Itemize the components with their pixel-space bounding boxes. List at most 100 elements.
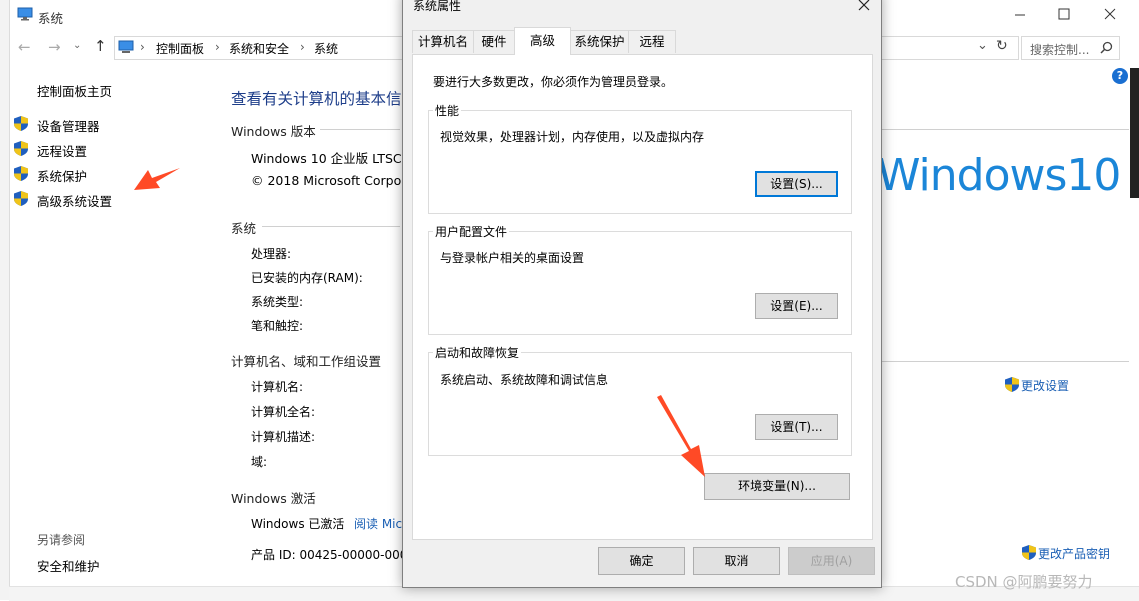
system-type-label: 系统类型: <box>251 295 304 309</box>
user-profiles-settings-button[interactable]: 设置(E)... <box>755 293 838 319</box>
breadcrumb-control-panel[interactable]: 控制面板 <box>156 40 204 57</box>
control-panel-home-link[interactable]: 控制面板主页 <box>37 81 112 100</box>
monitor-icon <box>118 40 134 53</box>
product-id-value: 产品 ID: 00425-00000-0000 <box>251 548 415 562</box>
breadcrumb-system[interactable]: 系统 <box>314 40 338 57</box>
processor-label: 处理器: <box>251 247 292 261</box>
maximize-icon[interactable] <box>1054 4 1074 24</box>
search-placeholder: 搜索控制... <box>1030 43 1090 57</box>
ram-label: 已安装的内存(RAM): <box>251 271 363 285</box>
read-license-link[interactable]: 阅读 Mic <box>354 515 402 532</box>
startup-recovery-title: 启动和故障恢复 <box>433 344 522 361</box>
breadcrumb-separator-icon: › <box>215 40 220 54</box>
environment-variables-button[interactable]: 环境变量(N)... <box>704 473 850 500</box>
user-profiles-description: 与登录帐户相关的桌面设置 <box>440 251 585 265</box>
close-icon[interactable] <box>1100 4 1120 24</box>
activated-status: Windows 已激活 <box>251 517 345 531</box>
description-label: 计算机描述: <box>251 430 316 444</box>
system-properties-dialog: 系统属性 计算机名 硬件 高级 系统保护 远程 要进行大多数更改，你必须作为管理… <box>402 0 882 588</box>
divider <box>262 226 400 227</box>
sidebar-item-system-protection[interactable]: 系统保护 <box>14 166 87 185</box>
section-header-computer-name: 计算机名、域和工作组设置 <box>231 354 382 369</box>
sidebar-item-label: 设备管理器 <box>37 119 100 134</box>
sidebar-item-remote-settings[interactable]: 远程设置 <box>14 141 87 160</box>
change-settings-label: 更改设置 <box>1021 379 1070 393</box>
tab-label: 高级 <box>529 33 555 48</box>
performance-settings-button[interactable]: 设置(S)... <box>755 171 838 197</box>
watermark: CSDN @阿鹏要努力 <box>955 573 1093 591</box>
tab-label: 硬件 <box>481 34 507 49</box>
annotation-arrow-icon <box>134 168 180 190</box>
monitor-icon <box>17 7 33 21</box>
refresh-icon[interactable]: ↻ <box>996 38 1008 54</box>
search-input[interactable]: 搜索控制... <box>1021 36 1120 60</box>
back-arrow-icon[interactable]: ← <box>18 38 31 56</box>
dark-strip <box>1130 68 1139 198</box>
startup-recovery-settings-button[interactable]: 设置(T)... <box>755 414 838 440</box>
background-window-edge <box>0 0 10 600</box>
edition-value: Windows 10 企业版 LTSC <box>251 151 402 166</box>
breadcrumb-system-security[interactable]: 系统和安全 <box>229 40 289 57</box>
section-header-edition: Windows 版本 <box>231 124 316 139</box>
ok-button[interactable]: 确定 <box>598 547 685 575</box>
forward-arrow-icon[interactable]: → <box>48 38 61 56</box>
sidebar-item-label: 远程设置 <box>37 144 88 159</box>
dialog-title: 系统属性 <box>413 0 462 13</box>
pen-touch-label: 笔和触控: <box>251 319 304 333</box>
uac-shield-icon <box>1022 545 1036 560</box>
recent-dropdown-icon[interactable]: ⌄ <box>73 40 81 51</box>
full-name-label: 计算机全名: <box>251 405 316 419</box>
cancel-button[interactable]: 取消 <box>693 547 780 575</box>
windows10-logo: Windows10 <box>877 150 1121 201</box>
copyright-value: © 2018 Microsoft Corpor <box>251 173 407 188</box>
startup-recovery-group <box>428 352 852 456</box>
apply-button[interactable]: 应用(A) <box>788 547 875 575</box>
tab-advanced[interactable]: 高级 <box>514 27 571 55</box>
page-title: 查看有关计算机的基本信 <box>231 90 402 108</box>
startup-recovery-description: 系统启动、系统故障和调试信息 <box>440 373 609 387</box>
sidebar-item-label: 高级系统设置 <box>37 194 113 209</box>
divider <box>320 129 400 130</box>
change-product-key-link[interactable]: 更改产品密钥 <box>1022 545 1110 564</box>
tab-label: 计算机名 <box>417 34 468 49</box>
uac-shield-icon <box>14 191 28 206</box>
change-settings-link[interactable]: 更改设置 <box>1005 377 1069 396</box>
sidebar-item-device-manager[interactable]: 设备管理器 <box>14 116 100 135</box>
sidebar-item-label: 系统保护 <box>37 169 88 184</box>
tab-label: 系统保护 <box>574 34 625 49</box>
divider <box>880 361 1129 362</box>
breadcrumb-separator-icon: › <box>300 40 305 54</box>
window-title: 系统 <box>38 11 64 26</box>
section-header-system: 系统 <box>231 221 257 236</box>
uac-shield-icon <box>1005 377 1019 392</box>
tab-computer-name[interactable]: 计算机名 <box>412 30 474 53</box>
breadcrumb-separator-icon: › <box>140 40 145 54</box>
help-icon[interactable]: ? <box>1112 68 1128 84</box>
address-dropdown-icon[interactable]: ⌄ <box>977 38 988 53</box>
performance-title: 性能 <box>433 102 462 119</box>
up-arrow-icon[interactable]: ↑ <box>94 37 107 55</box>
tab-hardware[interactable]: 硬件 <box>473 30 515 53</box>
user-profiles-title: 用户配置文件 <box>433 223 510 240</box>
sidebar-item-advanced-settings[interactable]: 高级系统设置 <box>14 191 112 210</box>
see-also-label: 另请参阅 <box>37 533 86 547</box>
performance-description: 视觉效果，处理器计划，内存使用，以及虚拟内存 <box>440 130 705 144</box>
tab-label: 远程 <box>639 34 665 49</box>
tab-system-protection[interactable]: 系统保护 <box>570 30 629 53</box>
divider <box>880 129 1129 130</box>
minimize-icon[interactable] <box>1010 4 1030 24</box>
uac-shield-icon <box>14 141 28 156</box>
uac-shield-icon <box>14 166 28 181</box>
dialog-close-icon[interactable] <box>855 0 873 14</box>
computer-name-label: 计算机名: <box>251 380 304 394</box>
admin-note: 要进行大多数更改，你必须作为管理员登录。 <box>433 75 674 89</box>
user-profiles-group <box>428 231 852 335</box>
tab-remote[interactable]: 远程 <box>628 30 676 53</box>
advanced-tab-panel: 要进行大多数更改，你必须作为管理员登录。 性能 视觉效果，处理器计划，内存使用，… <box>412 54 873 540</box>
section-header-activation: Windows 激活 <box>231 491 316 506</box>
domain-label: 域: <box>251 455 268 469</box>
search-icon <box>1100 41 1113 54</box>
annotation-arrow-icon <box>657 395 705 477</box>
performance-group <box>428 110 852 214</box>
security-maintenance-link[interactable]: 安全和维护 <box>37 556 100 575</box>
